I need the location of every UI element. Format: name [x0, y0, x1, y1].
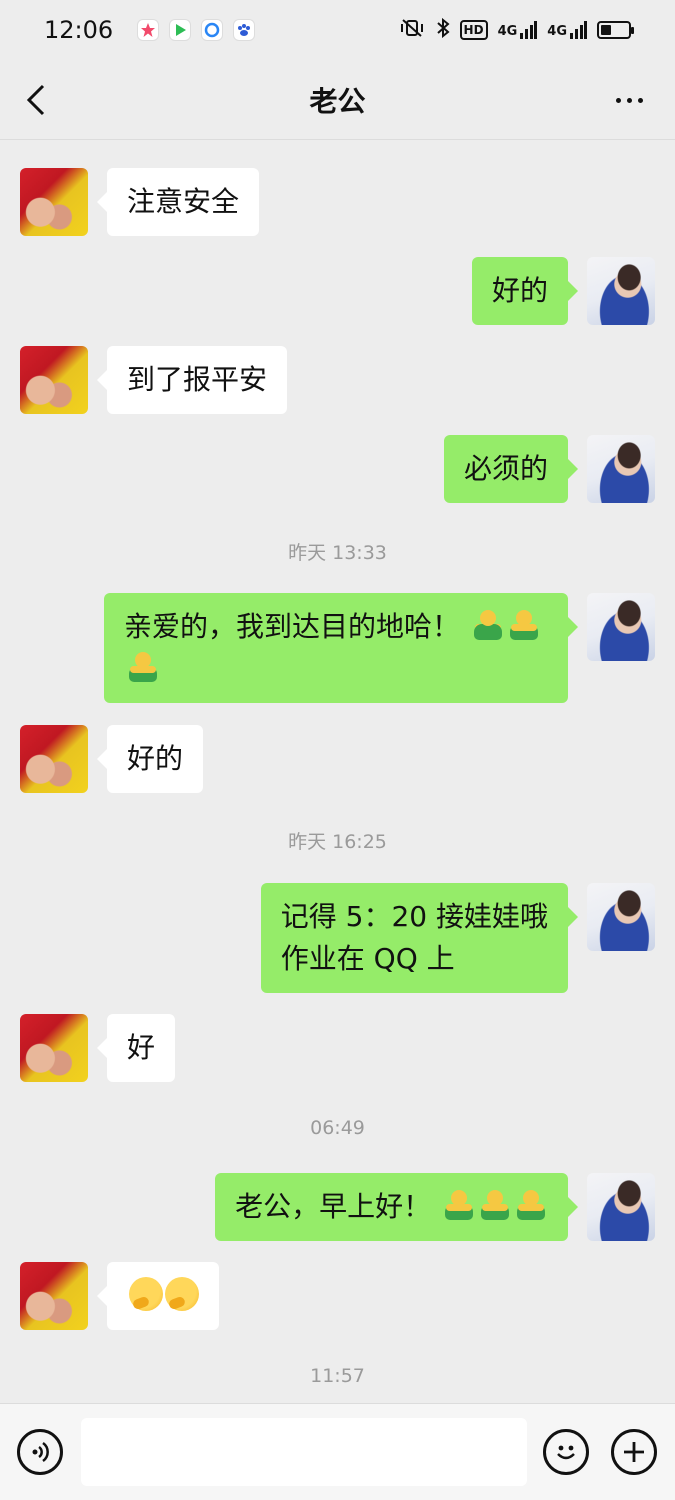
plus-icon — [624, 1442, 644, 1462]
timestamp: 06:49 — [310, 1117, 365, 1139]
contact-avatar[interactable] — [20, 168, 88, 236]
message-bubble[interactable]: 好 — [96, 1014, 176, 1082]
message-row: 注意安全 — [0, 168, 675, 236]
signal-1-icon: 4G — [498, 21, 538, 39]
vibrate-mute-icon — [398, 18, 426, 43]
message-row: 好 — [0, 1014, 675, 1082]
hd-badge: HD — [459, 20, 488, 40]
emoji-icon — [557, 1445, 575, 1460]
input-bar — [0, 1403, 675, 1500]
my-avatar[interactable] — [587, 1173, 655, 1241]
thinking-emoji-icon — [129, 1277, 163, 1311]
message-bubble[interactable]: 老公，早上好！ — [215, 1173, 578, 1241]
message-bubble[interactable]: 好的 — [471, 257, 579, 325]
back-button[interactable] — [18, 82, 54, 118]
message-text: 老公，早上好！ — [235, 1190, 432, 1223]
chat-area[interactable]: 注意安全 好的 到了报平安 必须的 昨天 13:33 亲爱的，我到达目的地哈！ … — [0, 141, 675, 1403]
chat-title: 老公 — [309, 84, 366, 118]
message-bubble[interactable]: 到了报平安 — [96, 346, 288, 414]
status-bar: 12:06 HD 4G 4G — [0, 0, 675, 60]
hug-emoji-icon — [126, 650, 160, 684]
message-bubble[interactable]: 必须的 — [443, 435, 579, 503]
voice-icon — [32, 1441, 49, 1463]
signal-2-icon: 4G — [547, 21, 587, 39]
message-row: 必须的 — [0, 435, 675, 503]
message-bubble[interactable] — [97, 1262, 219, 1330]
message-bubble[interactable]: 记得 5：20 接娃娃哦 作业在 QQ 上 — [260, 883, 579, 993]
message-row: 到了报平安 — [0, 346, 675, 414]
chat-header: 老公 — [0, 60, 675, 140]
message-bubble[interactable]: 注意安全 — [96, 168, 260, 236]
thinking-emoji-icon — [165, 1277, 199, 1311]
timestamp: 昨天 16:25 — [288, 831, 387, 853]
message-bubble[interactable]: 亲爱的，我到达目的地哈！ — [104, 593, 578, 703]
plus-button[interactable] — [611, 1429, 657, 1475]
contact-avatar[interactable] — [20, 1014, 88, 1082]
emoji-button[interactable] — [543, 1429, 589, 1475]
my-avatar[interactable] — [587, 883, 655, 951]
hug-emoji-icon — [471, 608, 505, 642]
more-button[interactable] — [609, 84, 649, 116]
message-row: 老公，早上好！ — [0, 1173, 675, 1241]
browser-app-icon — [201, 19, 224, 41]
contact-avatar[interactable] — [20, 346, 88, 414]
my-avatar[interactable] — [587, 435, 655, 503]
video-app-icon — [169, 19, 192, 41]
message-row: 好的 — [0, 725, 675, 793]
voice-button[interactable] — [17, 1429, 63, 1475]
message-input[interactable] — [81, 1418, 527, 1486]
status-app-icons — [137, 19, 256, 41]
message-text-line: 作业在 QQ 上 — [280, 942, 455, 975]
hug-emoji-icon — [507, 608, 541, 642]
battery-level — [601, 25, 612, 35]
timestamp: 昨天 13:33 — [288, 542, 387, 564]
my-avatar[interactable] — [587, 257, 655, 325]
message-bubble[interactable]: 好的 — [96, 725, 204, 793]
bluetooth-icon — [436, 17, 450, 43]
timestamp: 11:57 — [310, 1365, 365, 1387]
star-app-icon — [137, 19, 160, 41]
message-row: 记得 5：20 接娃娃哦 作业在 QQ 上 — [0, 883, 675, 993]
message-row: 亲爱的，我到达目的地哈！ — [0, 593, 675, 703]
baidu-app-icon — [233, 19, 256, 41]
message-text-line: 记得 5：20 接娃娃哦 — [280, 900, 548, 933]
hug-emoji-icon — [478, 1188, 512, 1222]
message-text: 亲爱的，我到达目的地哈！ — [124, 610, 461, 643]
contact-avatar[interactable] — [20, 1262, 88, 1330]
message-row — [0, 1262, 675, 1330]
battery-icon — [597, 21, 634, 39]
contact-avatar[interactable] — [20, 725, 88, 793]
hug-emoji-icon — [514, 1188, 548, 1222]
message-row: 好的 — [0, 257, 675, 325]
my-avatar[interactable] — [587, 593, 655, 661]
status-time: 12:06 — [44, 16, 114, 44]
chevron-left-icon — [26, 84, 45, 116]
hug-emoji-icon — [442, 1188, 476, 1222]
status-indicators: HD 4G 4G — [398, 17, 634, 43]
more-dots-icon — [615, 97, 621, 103]
